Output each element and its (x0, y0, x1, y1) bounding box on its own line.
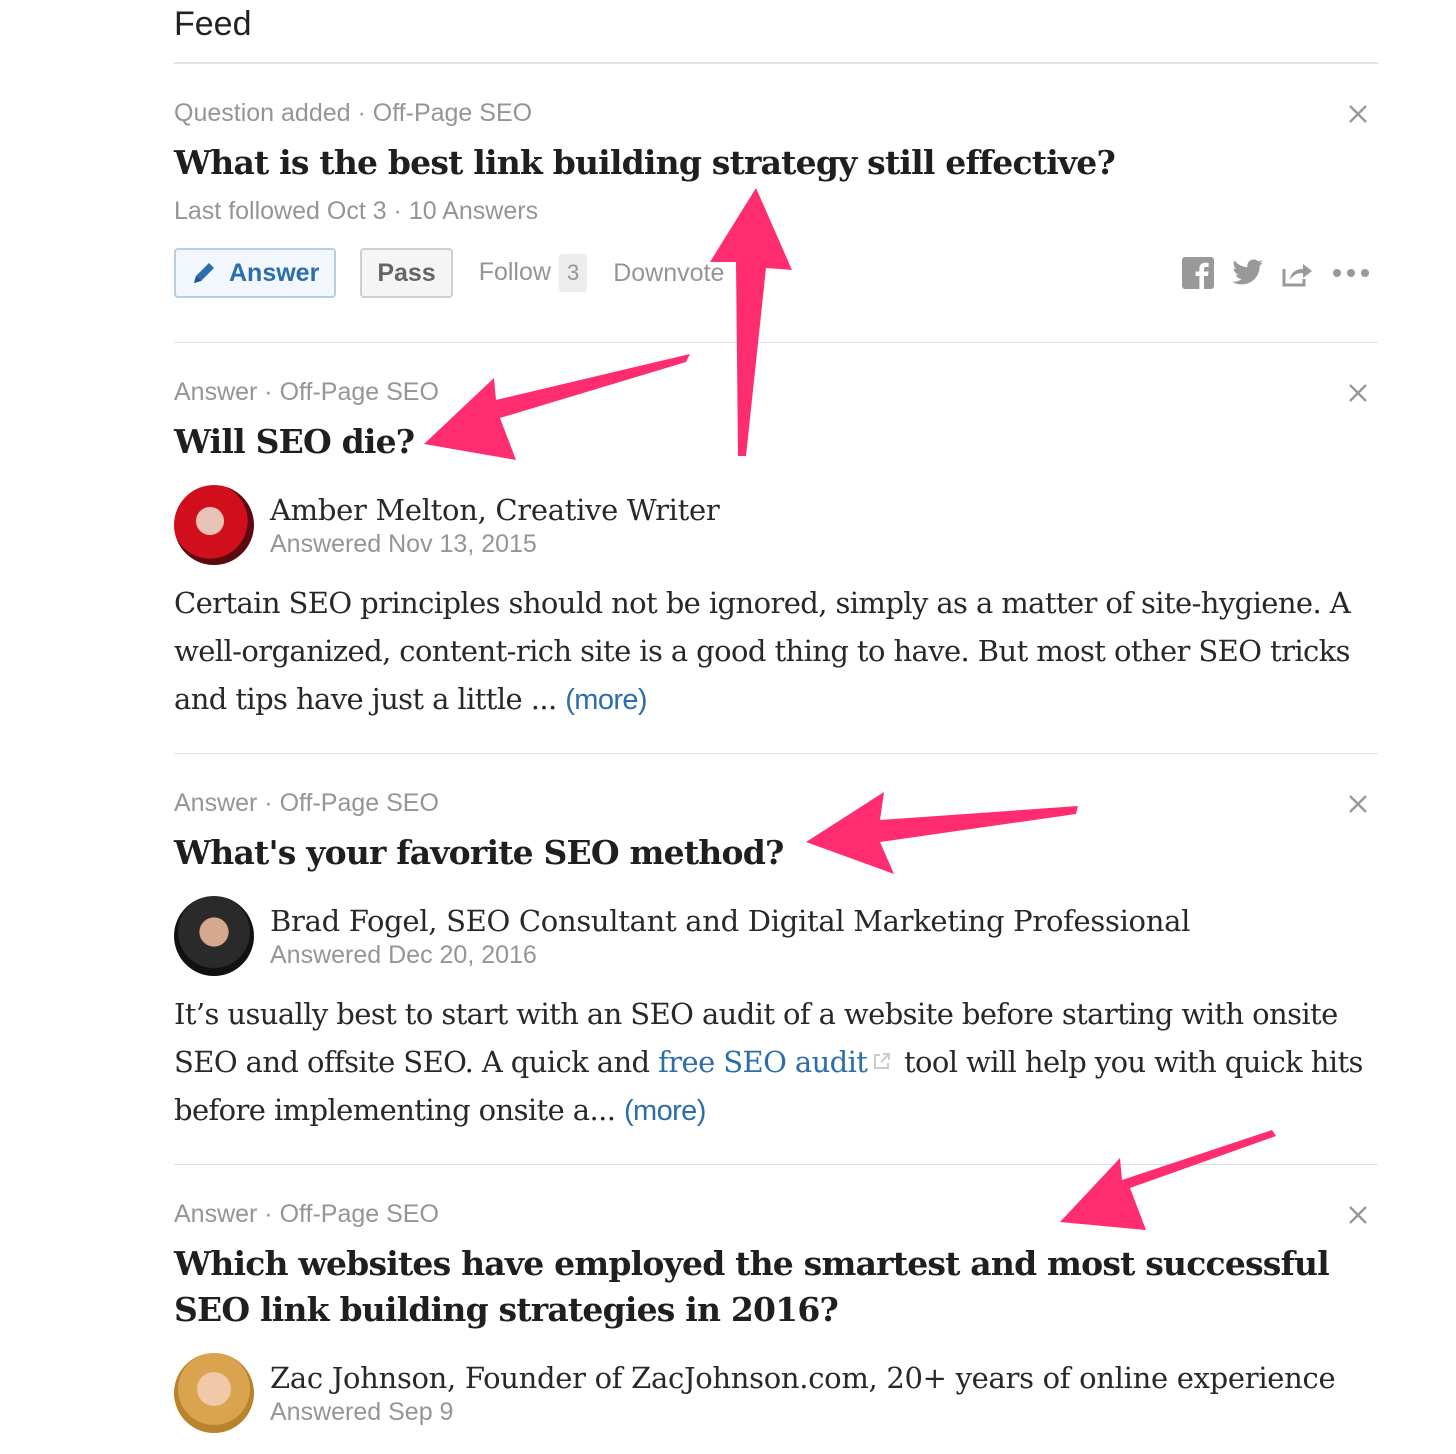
follow-label: Follow (478, 258, 551, 286)
free-seo-audit-link[interactable]: free SEO audit (658, 1045, 868, 1079)
share-icon (1282, 264, 1312, 287)
answer-preview[interactable]: It’s usually best to start with an SEO a… (174, 990, 1378, 1135)
answer-preview[interactable]: Certain SEO principles should not be ign… (174, 579, 1378, 724)
answer-button[interactable]: Answer (174, 248, 337, 298)
answered-date[interactable]: Answered Dec 20, 2016 (270, 940, 1190, 970)
question-title[interactable]: Will SEO die? (174, 419, 1378, 465)
feed-item-answer: Answer · Off-Page SEO Will SEO die? Ambe… (174, 343, 1378, 753)
downvote-button[interactable]: Downvote (613, 259, 724, 288)
close-icon (1349, 1206, 1367, 1224)
more-link[interactable]: (more) (624, 1095, 706, 1127)
author-row: Amber Melton, Creative Writer Answered N… (174, 485, 1378, 565)
author-row: Brad Fogel, SEO Consultant and Digital M… (174, 896, 1378, 976)
item-type-label: Answer · Off-Page SEO (174, 789, 439, 817)
dismiss-button[interactable] (1348, 383, 1368, 403)
facebook-icon (1182, 257, 1214, 289)
facebook-share-button[interactable] (1182, 257, 1214, 289)
feed-item-answer: Answer · Off-Page SEO What's your favori… (174, 754, 1378, 1164)
dismiss-button[interactable] (1348, 104, 1368, 124)
item-type-label: Answer · Off-Page SEO (174, 378, 439, 406)
close-icon (1349, 105, 1367, 123)
dismiss-button[interactable] (1348, 1205, 1368, 1225)
more-link[interactable]: (more) (565, 684, 647, 716)
twitter-icon (1232, 259, 1263, 285)
author-name[interactable]: Brad Fogel, SEO Consultant and Digital M… (270, 902, 1190, 940)
avatar[interactable] (174, 896, 254, 976)
avatar[interactable] (174, 485, 254, 565)
twitter-share-button[interactable] (1232, 259, 1264, 287)
question-title[interactable]: What's your favorite SEO method? (174, 830, 1378, 876)
item-type-label: Answer · Off-Page SEO (174, 1200, 439, 1228)
avatar[interactable] (174, 1353, 254, 1433)
question-title[interactable]: Which websites have employed the smartes… (174, 1241, 1378, 1333)
author-name[interactable]: Zac Johnson, Founder of ZacJohnson.com, … (270, 1359, 1336, 1397)
author-row: Zac Johnson, Founder of ZacJohnson.com, … (174, 1353, 1378, 1433)
feed-item-answer: Answer · Off-Page SEO Which websites hav… (174, 1165, 1378, 1433)
close-icon (1349, 795, 1367, 813)
page-title: Feed (174, 5, 252, 43)
share-bar (1182, 257, 1370, 289)
share-button[interactable] (1282, 259, 1314, 287)
follow-count: 3 (558, 254, 588, 292)
more-icon (1333, 269, 1369, 277)
action-bar: Answer Pass Follow 3 Downvote (174, 246, 1378, 300)
follow-button[interactable]: Follow 3 (479, 254, 588, 292)
answered-date[interactable]: Answered Nov 13, 2015 (270, 529, 719, 559)
answer-label: Answer (229, 258, 320, 287)
question-meta: Last followed Oct 3 · 10 Answers (174, 197, 539, 225)
item-type-label: Question added · Off-Page SEO (174, 99, 533, 127)
external-link-icon (874, 1053, 891, 1069)
question-title[interactable]: What is the best link building strategy … (174, 140, 1378, 186)
more-options-button[interactable] (1332, 267, 1370, 279)
feed-container: Feed Question added · Off-Page SEO What … (174, 0, 1378, 1433)
pass-button[interactable]: Pass (360, 248, 453, 298)
close-icon (1349, 384, 1367, 402)
answered-date[interactable]: Answered Sep 9 (270, 1397, 1335, 1427)
feed-item-question: Question added · Off-Page SEO What is th… (174, 64, 1378, 342)
author-name[interactable]: Amber Melton, Creative Writer (270, 491, 720, 529)
answer-text: Certain SEO principles should not be ign… (174, 586, 1351, 716)
dismiss-button[interactable] (1348, 794, 1368, 814)
pencil-icon (194, 263, 214, 283)
